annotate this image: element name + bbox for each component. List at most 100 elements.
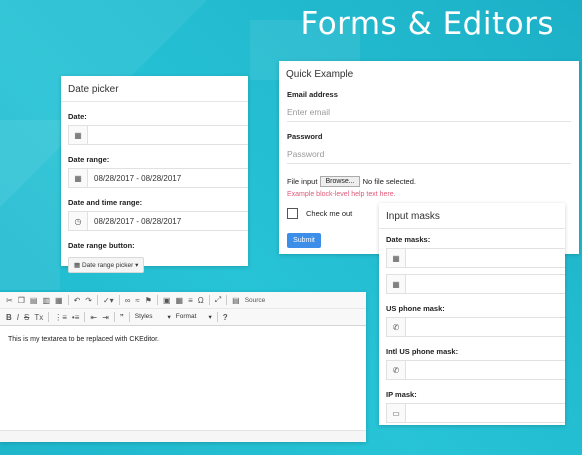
chevron-down-icon: ▾ — [208, 314, 212, 321]
remove-format-icon[interactable]: Tx — [34, 313, 43, 322]
time-range-label: Date and time range: — [68, 198, 143, 207]
maximize-icon[interactable]: ⤢ — [215, 295, 221, 305]
special-char-icon[interactable]: Ω — [198, 296, 204, 305]
date-masks-label: Date masks: — [386, 235, 431, 244]
toolbar-separator — [84, 312, 86, 322]
time-range-input[interactable]: ◷ 08/28/2017 - 08/28/2017 — [68, 211, 248, 231]
toolbar-separator — [113, 312, 115, 322]
date-range-picker-label: Date range picker — [81, 262, 134, 269]
editor-footer — [0, 430, 366, 442]
horizontal-rule-icon[interactable]: ≡ — [188, 296, 193, 305]
calendar-icon: ▦ — [387, 275, 406, 293]
date-label: Date: — [68, 112, 87, 121]
editor-toolbar-row-2: B I S Tx ⋮≡ •≡ ⇤ ⇥ ” Styles ▾ Format ▾ ? — [0, 309, 366, 326]
phone-icon: ✆ — [387, 361, 406, 379]
anchor-icon[interactable]: ⚑ — [145, 296, 152, 305]
date-range-label: Date range: — [68, 155, 110, 164]
help-text: Example block-level help text here. — [287, 191, 396, 198]
bg-tile — [0, 120, 60, 290]
file-status: No file selected. — [362, 177, 416, 186]
spellcheck-icon[interactable]: ✓▾ — [103, 296, 114, 305]
styles-label: Styles — [134, 313, 153, 320]
ip-input[interactable]: ▭ — [386, 403, 565, 423]
unlink-icon[interactable]: ≈ — [135, 296, 139, 305]
chevron-down-icon: ▾ — [167, 314, 171, 321]
phone-icon: ✆ — [387, 318, 406, 336]
table-icon[interactable]: ▦ — [176, 296, 184, 305]
date-mask-value — [406, 249, 565, 267]
toolbar-separator — [128, 312, 130, 322]
file-input-label: File input — [287, 177, 318, 186]
toolbar-separator — [216, 312, 218, 322]
check-me-out-checkbox[interactable] — [287, 208, 298, 219]
numbered-list-icon[interactable]: ⋮≡ — [54, 313, 67, 322]
quick-example-title: Quick Example — [286, 69, 354, 80]
paste-icon[interactable]: ▤ — [30, 296, 38, 305]
date-mask-value — [406, 275, 565, 293]
caret-down-icon: ▾ — [135, 262, 139, 269]
undo-icon[interactable]: ↶ — [74, 296, 81, 305]
laptop-icon: ▭ — [387, 404, 406, 422]
blockquote-icon[interactable]: ” — [120, 313, 124, 322]
bulleted-list-icon[interactable]: •≡ — [72, 313, 79, 322]
format-dropdown[interactable]: Format ▾ — [176, 313, 212, 321]
submit-button[interactable]: Submit — [287, 233, 321, 248]
date-input[interactable]: ▦ — [68, 125, 248, 145]
input-masks-title: Input masks — [379, 203, 565, 229]
browse-button[interactable]: Browse... — [320, 176, 360, 187]
source-button[interactable]: Source — [245, 297, 266, 304]
help-icon[interactable]: ? — [223, 313, 228, 322]
toolbar-separator — [96, 295, 98, 305]
calendar-icon: ▦ — [74, 262, 81, 269]
email-label: Email address — [287, 90, 338, 99]
ckeditor: ✂ ❐ ▤ ▥ ▦ ↶ ↷ ✓▾ ∞ ≈ ⚑ ▣ ▦ ≡ Ω ⤢ ▤ Sourc… — [0, 292, 366, 442]
date-picker-title: Date picker — [61, 76, 248, 102]
intl-phone-input[interactable]: ✆ — [386, 360, 565, 380]
password-field[interactable]: Password — [287, 145, 571, 164]
date-range-picker-button[interactable]: ▦ Date range picker ▾ — [68, 257, 145, 273]
email-field[interactable]: Enter email — [287, 103, 571, 122]
italic-icon[interactable]: I — [17, 313, 19, 322]
editor-content[interactable]: This is my textarea to be replaced with … — [0, 326, 366, 353]
intl-phone-mask-label: Intl US phone mask: — [386, 347, 459, 356]
check-label: Check me out — [306, 209, 353, 218]
image-icon[interactable]: ▣ — [163, 296, 171, 305]
calendar-icon: ▦ — [69, 126, 88, 144]
bold-icon[interactable]: B — [6, 313, 12, 322]
source-icon[interactable]: ▤ — [232, 296, 240, 305]
clock-icon: ◷ — [69, 212, 88, 230]
paste-text-icon[interactable]: ▥ — [42, 296, 50, 305]
date-mask-input-2[interactable]: ▦ — [386, 274, 565, 294]
link-icon[interactable]: ∞ — [125, 296, 131, 305]
hero-title: Forms & Editors — [300, 6, 554, 42]
toolbar-separator — [67, 295, 69, 305]
paste-word-icon[interactable]: ▦ — [55, 296, 63, 305]
date-range-value: 08/28/2017 - 08/28/2017 — [94, 173, 182, 183]
copy-icon[interactable]: ❐ — [18, 296, 25, 305]
toolbar-separator — [118, 295, 120, 305]
strike-icon[interactable]: S — [24, 313, 29, 322]
format-label: Format — [175, 313, 197, 320]
redo-icon[interactable]: ↷ — [85, 296, 92, 305]
date-picker-card: Date picker Date: ▦ Date range: ▦ 08/28/… — [61, 76, 248, 273]
indent-icon[interactable]: ⇥ — [102, 313, 109, 322]
styles-dropdown[interactable]: Styles ▾ — [135, 313, 171, 321]
date-range-button-label: Date range button: — [68, 241, 135, 250]
date-mask-input-1[interactable]: ▦ — [386, 248, 565, 268]
ip-mask-label: IP mask: — [386, 390, 417, 399]
editor-toolbar-row-1: ✂ ❐ ▤ ▥ ▦ ↶ ↷ ✓▾ ∞ ≈ ⚑ ▣ ▦ ≡ Ω ⤢ ▤ Sourc… — [0, 292, 366, 309]
date-range-input[interactable]: ▦ 08/28/2017 - 08/28/2017 — [68, 168, 248, 188]
toolbar-separator — [226, 295, 228, 305]
us-phone-input[interactable]: ✆ — [386, 317, 565, 337]
toolbar-separator — [48, 312, 50, 322]
toolbar-separator — [208, 295, 210, 305]
phone-value — [406, 318, 565, 336]
ip-value — [406, 404, 565, 422]
outdent-icon[interactable]: ⇤ — [90, 313, 97, 322]
input-masks-card: Input masks Date masks: ▦ ▦ US phone mas… — [379, 203, 565, 425]
password-label: Password — [287, 132, 323, 141]
toolbar-separator — [156, 295, 158, 305]
cut-icon[interactable]: ✂ — [6, 296, 13, 305]
calendar-icon: ▦ — [69, 169, 88, 187]
intl-phone-value — [406, 361, 565, 379]
